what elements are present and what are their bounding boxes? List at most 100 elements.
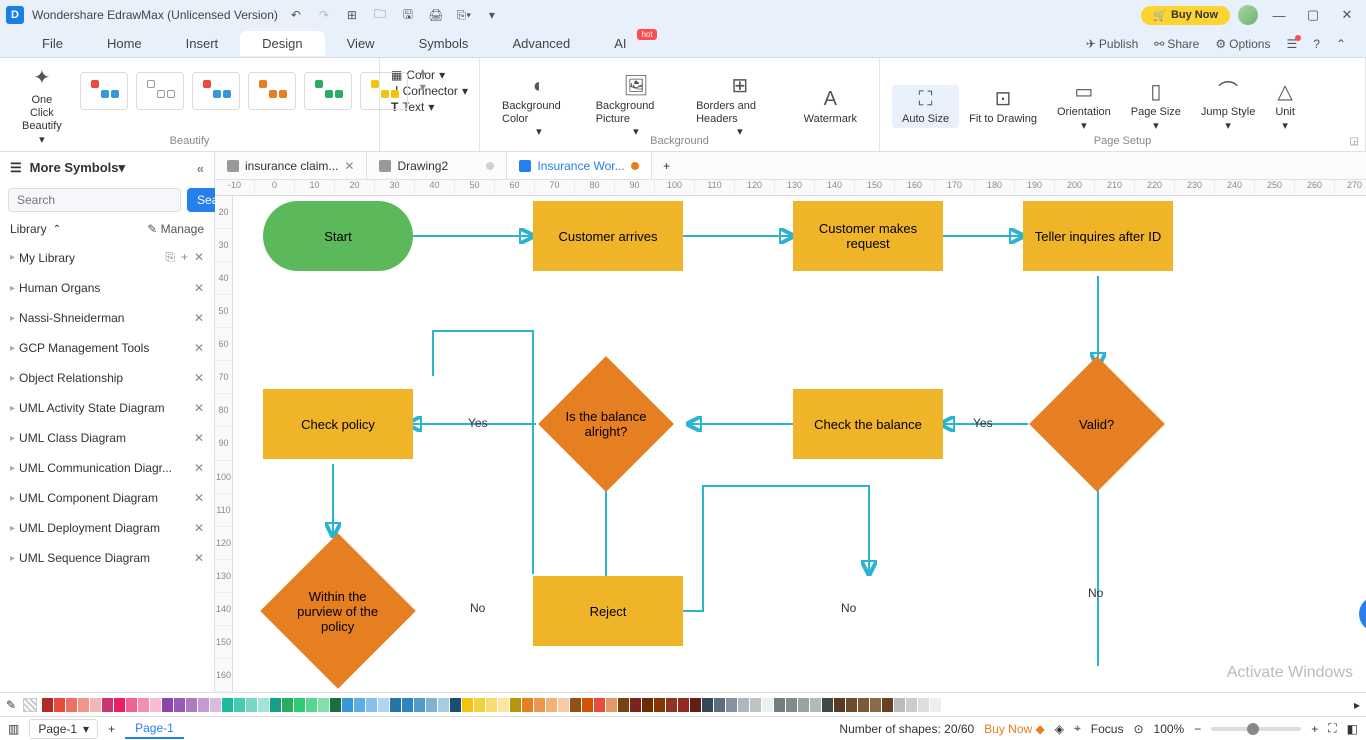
unit-button[interactable]: △Unit▾ (1265, 78, 1305, 134)
color-swatch-28[interactable] (378, 698, 389, 712)
theme-6[interactable] (360, 72, 408, 110)
color-swatch-48[interactable] (618, 698, 629, 712)
library-item-3[interactable]: ▸GCP Management Tools✕ (0, 333, 214, 363)
help-icon[interactable]: ? (1313, 37, 1320, 51)
color-swatch-63[interactable] (798, 698, 809, 712)
color-swatch-3[interactable] (78, 698, 89, 712)
undo-icon[interactable]: ↶ (286, 5, 306, 25)
color-swatch-55[interactable] (702, 698, 713, 712)
color-more-icon[interactable]: ▸ (1354, 698, 1360, 712)
color-swatch-70[interactable] (882, 698, 893, 712)
color-swatch-11[interactable] (174, 698, 185, 712)
menu-ai[interactable]: AIhot (592, 31, 648, 56)
library-item-1[interactable]: ▸Human Organs✕ (0, 273, 214, 303)
color-swatch-18[interactable] (258, 698, 269, 712)
color-swatch-9[interactable] (150, 698, 161, 712)
orientation-button[interactable]: ▭Orientation▾ (1047, 78, 1121, 134)
theme-down-icon[interactable]: ▾ (420, 80, 426, 94)
shape-customer-makes-request[interactable]: Customer makes request (793, 201, 943, 271)
borders-headers-button[interactable]: ⊞Borders and Headers▾ (686, 72, 794, 142)
theme-3[interactable] (192, 72, 240, 110)
theme-2[interactable] (136, 72, 184, 110)
page-panel-icon[interactable]: ▥ (8, 722, 19, 736)
canvas[interactable]: Start Customer arrives Customer makes re… (233, 196, 1366, 692)
color-swatch-73[interactable] (918, 698, 929, 712)
color-swatch-52[interactable] (666, 698, 677, 712)
layers-icon[interactable]: ◈ (1055, 722, 1064, 736)
fullscreen-icon[interactable]: ⛶ (1328, 721, 1336, 736)
color-swatch-64[interactable] (810, 698, 821, 712)
color-swatch-33[interactable] (438, 698, 449, 712)
search-input[interactable] (8, 188, 181, 212)
color-swatch-36[interactable] (474, 698, 485, 712)
theme-1[interactable] (80, 72, 128, 110)
focus-target-icon[interactable]: ⌖ (1074, 721, 1081, 736)
zoom-level[interactable]: 100% (1154, 722, 1185, 736)
color-swatch-59[interactable] (750, 698, 761, 712)
menu-symbols[interactable]: Symbols (397, 31, 491, 56)
background-color-button[interactable]: ◐Background Color▾ (492, 72, 586, 142)
color-swatch-34[interactable] (450, 698, 461, 712)
library-item-7[interactable]: ▸UML Communication Diagr...✕ (0, 453, 214, 483)
color-swatch-25[interactable] (342, 698, 353, 712)
color-swatch-23[interactable] (318, 698, 329, 712)
color-swatch-50[interactable] (642, 698, 653, 712)
color-swatch-67[interactable] (846, 698, 857, 712)
status-buy-button[interactable]: Buy Now ◆ (984, 722, 1045, 736)
hamburger-icon[interactable]: ☰ (10, 160, 22, 176)
shape-teller-inquires[interactable]: Teller inquires after ID (1023, 201, 1173, 271)
export-icon[interactable]: ⎘▾ (454, 5, 474, 25)
menu-home[interactable]: Home (85, 31, 164, 56)
color-swatch-27[interactable] (366, 698, 377, 712)
buy-now-button[interactable]: 🛒 Buy Now (1141, 6, 1230, 25)
eyedropper-icon[interactable]: ✎ (6, 698, 16, 712)
color-swatch-42[interactable] (546, 698, 557, 712)
shape-valid-decision[interactable]: Valid? (1029, 356, 1165, 492)
color-swatch-30[interactable] (402, 698, 413, 712)
theme-5[interactable] (304, 72, 352, 110)
user-avatar[interactable] (1238, 5, 1258, 25)
save-icon[interactable]: 🖫 (398, 5, 418, 25)
color-swatch-58[interactable] (738, 698, 749, 712)
library-item-2[interactable]: ▸Nassi-Shneiderman✕ (0, 303, 214, 333)
manage-button[interactable]: ✎ Manage (147, 222, 204, 236)
color-swatch-54[interactable] (690, 698, 701, 712)
color-swatch-20[interactable] (282, 698, 293, 712)
color-swatch-69[interactable] (870, 698, 881, 712)
menu-design[interactable]: Design (240, 31, 324, 56)
doc-tab-0[interactable]: insurance claim...✕ (215, 152, 367, 179)
color-swatch-37[interactable] (486, 698, 497, 712)
shape-start[interactable]: Start (263, 201, 413, 271)
close-icon[interactable]: ✕ (1334, 5, 1360, 25)
library-item-6[interactable]: ▸UML Class Diagram✕ (0, 423, 214, 453)
add-page-button[interactable]: + (108, 722, 115, 736)
shape-reject[interactable]: Reject (533, 576, 683, 646)
color-swatch-43[interactable] (558, 698, 569, 712)
color-swatch-56[interactable] (714, 698, 725, 712)
background-picture-button[interactable]: 🖼Background Picture▾ (586, 72, 686, 142)
color-swatch-19[interactable] (270, 698, 281, 712)
color-swatch-31[interactable] (414, 698, 425, 712)
color-swatch-21[interactable] (294, 698, 305, 712)
options-button[interactable]: ⚙ Options (1215, 37, 1270, 51)
shape-check-balance[interactable]: Check the balance (793, 389, 943, 459)
zoom-fit-icon[interactable]: ⊙ (1133, 722, 1143, 736)
shape-policy-decision[interactable]: Within the purview of the policy (260, 533, 416, 689)
color-swatch-49[interactable] (630, 698, 641, 712)
more-icon[interactable]: ▾ (482, 5, 502, 25)
shape-customer-arrives[interactable]: Customer arrives (533, 201, 683, 271)
doc-tab-2[interactable]: Insurance Wor... (507, 152, 651, 179)
library-item-5[interactable]: ▸UML Activity State Diagram✕ (0, 393, 214, 423)
color-swatch-45[interactable] (582, 698, 593, 712)
minimize-icon[interactable]: — (1266, 5, 1292, 25)
open-icon[interactable]: 🗀 (370, 5, 390, 25)
menu-advanced[interactable]: Advanced (490, 31, 592, 56)
color-swatch-15[interactable] (222, 698, 233, 712)
library-item-10[interactable]: ▸UML Sequence Diagram✕ (0, 543, 214, 573)
color-swatch-40[interactable] (522, 698, 533, 712)
library-item-0[interactable]: ▸My Library⎘+✕ (0, 242, 214, 273)
color-swatch-72[interactable] (906, 698, 917, 712)
no-fill-swatch[interactable] (23, 698, 37, 712)
color-swatch-65[interactable] (822, 698, 833, 712)
color-swatch-26[interactable] (354, 698, 365, 712)
